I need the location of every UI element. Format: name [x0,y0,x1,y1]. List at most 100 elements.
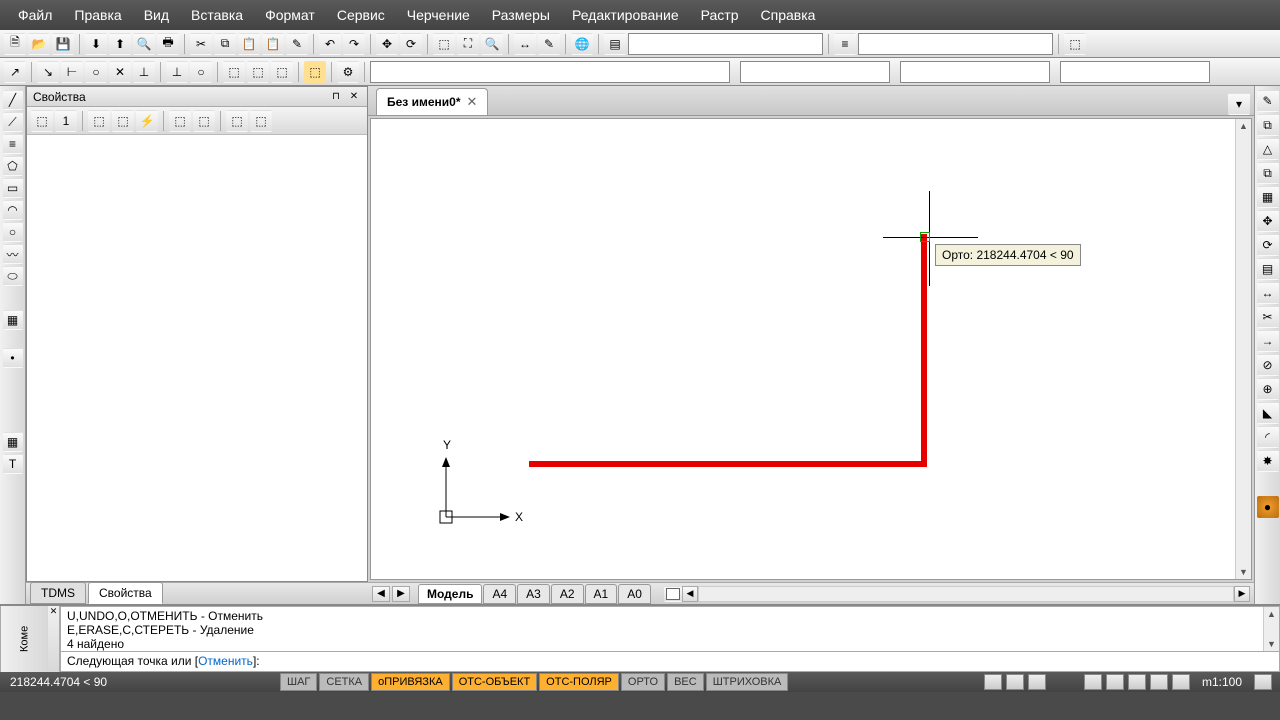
mod-fillet-icon[interactable]: ◜ [1257,426,1279,448]
tab-nav-next-icon[interactable]: ▶ [392,586,410,602]
snap-endpoint-icon[interactable]: ↘ [37,61,59,83]
rectangle-tool-icon[interactable]: ▭ [3,178,23,198]
paste-special-icon[interactable]: 📋 [262,33,284,55]
menu-insert[interactable]: Вставка [181,3,253,27]
document-tab-close-icon[interactable]: ✕ [467,94,478,110]
mod-copy-icon[interactable]: ⧉ [1257,114,1279,136]
document-tab[interactable]: Без имени0* ✕ [376,88,488,115]
snap-from-icon[interactable]: ↗ [4,61,26,83]
snap-settings1-icon[interactable]: ⬚ [223,61,245,83]
layer-toggle-icon[interactable]: ▤ [604,33,626,55]
mod-erase-icon[interactable]: ✎ [1257,90,1279,112]
snap-settings4-icon[interactable]: ⚙ [337,61,359,83]
menu-format[interactable]: Формат [255,3,325,27]
menu-edit[interactable]: Правка [64,3,131,27]
canvas-scrollbar-vertical[interactable] [1235,119,1251,579]
cmd-close-icon[interactable]: ✕ [50,606,58,617]
linetype-toggle-icon[interactable]: ≡ [834,33,856,55]
menu-view[interactable]: Вид [134,3,179,27]
mod-join-icon[interactable]: ⊕ [1257,378,1279,400]
tab-nav-prev-icon[interactable]: ◀ [372,586,390,602]
hatch-tool-icon[interactable]: ▦ [3,310,23,330]
zoom-window-icon[interactable]: ⬚ [433,33,455,55]
status-icon-9[interactable] [1254,674,1272,690]
help-icon[interactable]: 🌐 [571,33,593,55]
scroll-h-left-icon[interactable]: ◀ [682,586,698,602]
prop-tool5-icon[interactable]: ⚡ [136,110,158,132]
command-history[interactable]: U,UNDO,О,ОТМЕНИТЬ - Отменить E,ERASE,С,С… [60,606,1280,652]
export-icon[interactable]: ⬆ [109,33,131,55]
snap-settings3-icon[interactable]: ⬚ [271,61,293,83]
prop-tool3-icon[interactable]: ⬚ [88,110,110,132]
menu-raster[interactable]: Растр [691,3,749,27]
status-icon-7[interactable] [1150,674,1168,690]
canvas-scrollbar-horizontal[interactable] [698,586,1234,602]
snap-node-icon[interactable]: ✕ [109,61,131,83]
status-toggle-отс-объект[interactable]: ОТС-ОБЪЕКТ [452,673,537,691]
copy-icon[interactable]: ⧉ [214,33,236,55]
status-icon-2[interactable] [1006,674,1024,690]
snap-settings2-icon[interactable]: ⬚ [247,61,269,83]
tab-a4[interactable]: А4 [483,584,516,604]
snap-tangent-icon[interactable]: ○ [190,61,212,83]
scroll-h-right-icon[interactable]: ▶ [1234,586,1250,602]
mod-stretch-icon[interactable]: ↔ [1257,282,1279,304]
mod-scale-icon[interactable]: ▤ [1257,258,1279,280]
panel-close-icon[interactable]: ✕ [347,90,361,104]
menu-modify[interactable]: Редактирование [562,3,689,27]
pan-icon[interactable]: ✥ [376,33,398,55]
tab-model[interactable]: Модель [418,584,482,604]
status-icon-4[interactable] [1084,674,1102,690]
print-icon[interactable]: 🖶 [157,33,179,55]
tab-tdms[interactable]: TDMS [30,582,86,604]
status-toggle-сетка[interactable]: СЕТКА [319,673,369,691]
polygon-tool-icon[interactable]: ⬠ [3,156,23,176]
app-toggle-icon[interactable]: ⬚ [1064,33,1086,55]
status-toggle-вес[interactable]: ВЕС [667,673,704,691]
snap-active-icon[interactable]: ⬚ [304,61,326,83]
tab-a2[interactable]: А2 [551,584,584,604]
mod-extend-icon[interactable]: → [1257,330,1279,352]
mod-extra-icon[interactable]: ● [1257,496,1279,518]
menu-dimensions[interactable]: Размеры [482,3,560,27]
save-icon[interactable]: 💾 [52,33,74,55]
arc-tool-icon[interactable]: ◠ [3,200,23,220]
command-input[interactable]: Следующая точка или [Отменить]: [60,652,1280,672]
menu-file[interactable]: Файл [8,3,62,27]
line-tool-icon[interactable]: ╱ [3,90,23,110]
status-icon-5[interactable] [1106,674,1124,690]
command-entry-3[interactable] [900,61,1050,83]
mod-explode-icon[interactable]: ✸ [1257,450,1279,472]
new-icon[interactable]: 🗎 [4,33,26,55]
mod-move-icon[interactable]: ✥ [1257,210,1279,232]
status-toggle-орто[interactable]: ОРТО [621,673,665,691]
snap-midpoint-icon[interactable]: ⊢ [61,61,83,83]
prop-tool7-icon[interactable]: ⬚ [193,110,215,132]
mod-mirror-icon[interactable]: △ [1257,138,1279,160]
text-tool-icon[interactable]: T [3,454,23,474]
tab-a0[interactable]: А0 [618,584,651,604]
tab-a3[interactable]: А3 [517,584,550,604]
mod-trim-icon[interactable]: ✂ [1257,306,1279,328]
match-props-icon[interactable]: ✎ [286,33,308,55]
ellipse-tool-icon[interactable]: ⬭ [3,266,23,286]
mod-break-icon[interactable]: ⊘ [1257,354,1279,376]
zoom-realtime-icon[interactable]: 🔍 [481,33,503,55]
layer-dropdown[interactable] [628,33,823,55]
status-scale[interactable]: m1:100 [1202,675,1242,689]
command-entry-2[interactable] [740,61,890,83]
prop-tool6-icon[interactable]: ⬚ [169,110,191,132]
status-icon-6[interactable] [1128,674,1146,690]
drawing-canvas[interactable]: Орто: 218244.4704 < 90 Y X [370,118,1252,580]
menu-help[interactable]: Справка [751,3,826,27]
prop-tool2-icon[interactable]: 1 [55,110,77,132]
mod-chamfer-icon[interactable]: ◣ [1257,402,1279,424]
multiline-tool-icon[interactable]: ≡ [3,134,23,154]
linetype-dropdown[interactable] [858,33,1053,55]
import-icon[interactable]: ⬇ [85,33,107,55]
command-entry-1[interactable] [370,61,730,83]
prop-tool4-icon[interactable]: ⬚ [112,110,134,132]
menu-service[interactable]: Сервис [327,3,395,27]
menu-draw[interactable]: Черчение [397,3,480,27]
snap-intersection-icon[interactable]: ⊥ [133,61,155,83]
